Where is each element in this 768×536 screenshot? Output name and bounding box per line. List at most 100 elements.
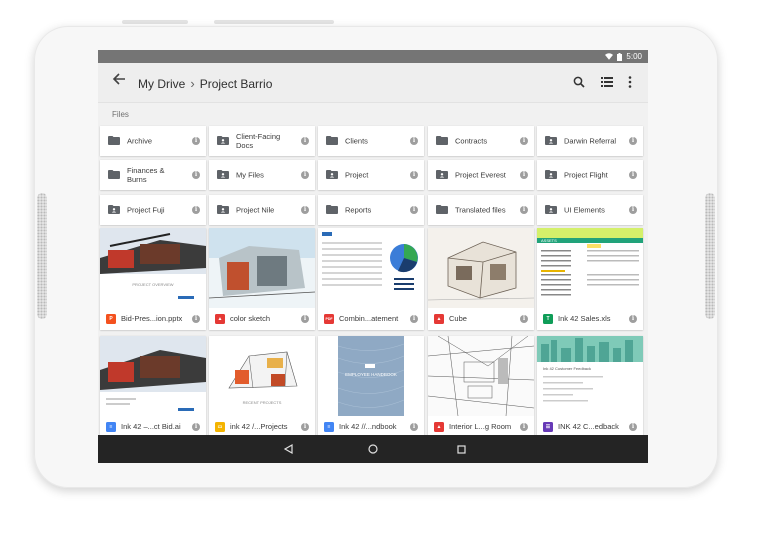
file-title-bar: T Ink 42 Sales.xls i: [537, 308, 643, 330]
app-bar: My Drive › Project Barrio: [98, 63, 648, 103]
info-icon[interactable]: i: [192, 423, 200, 431]
folder-tile[interactable]: Client-Facing Docs i: [209, 126, 315, 156]
info-icon[interactable]: i: [301, 423, 309, 431]
file-name: color sketch: [230, 314, 271, 323]
folder-tile[interactable]: Project Fuji i: [100, 195, 206, 225]
thumb-caption: PROJECT OVERVIEW: [132, 282, 173, 287]
list-view-icon[interactable]: [599, 74, 615, 90]
info-icon[interactable]: i: [410, 137, 418, 145]
file-card[interactable]: PDF Combin...atement i: [318, 228, 424, 330]
slides-file-icon: ▭: [215, 422, 225, 432]
info-icon[interactable]: i: [410, 315, 418, 323]
status-bar: 5:00: [98, 50, 648, 63]
folder-label: Darwin Referral: [564, 136, 617, 146]
file-name: INK 42 C...edback: [558, 422, 619, 431]
info-icon[interactable]: i: [301, 137, 309, 145]
nav-back-icon[interactable]: [281, 442, 295, 456]
folder-tile[interactable]: Contracts i: [428, 126, 534, 156]
file-card[interactable]: RECENT PROJECTS ▭ ink 42 /...Projects i: [209, 336, 315, 438]
search-icon[interactable]: [571, 74, 587, 90]
info-icon[interactable]: i: [192, 137, 200, 145]
folder-icon: [326, 136, 338, 145]
folder-tile[interactable]: My Files i: [209, 160, 315, 190]
file-thumbnail: ASSETS: [537, 228, 643, 308]
folder-icon: [108, 170, 120, 179]
folder-tile[interactable]: Darwin Referral i: [537, 126, 643, 156]
shared-folder-icon: [545, 136, 557, 145]
doc-file-icon: ≡: [106, 422, 116, 432]
info-icon[interactable]: i: [520, 206, 528, 214]
info-icon[interactable]: i: [629, 315, 637, 323]
file-name: Combin...atement: [339, 314, 399, 323]
file-card[interactable]: ASSETS T Ink 42 Sales.xls i: [537, 228, 643, 330]
info-icon[interactable]: i: [301, 171, 309, 179]
file-title-bar: ▲ Cube i: [428, 308, 534, 330]
file-name: ink 42 /...Projects: [230, 422, 288, 431]
file-card[interactable]: ▲ Cube i: [428, 228, 534, 330]
file-card[interactable]: ▲ color sketch i: [209, 228, 315, 330]
info-icon[interactable]: i: [301, 315, 309, 323]
file-thumbnail: [100, 336, 206, 416]
file-card[interactable]: EMPLOYEE HANDBOOK ≡ Ink 42 //...ndbook i: [318, 336, 424, 438]
folder-tile[interactable]: UI Elements i: [537, 195, 643, 225]
folder-tile[interactable]: Reports i: [318, 195, 424, 225]
file-thumbnail: PROJECT OVERVIEW: [100, 228, 206, 308]
folder-icon: [436, 136, 448, 145]
info-icon[interactable]: i: [520, 171, 528, 179]
file-card[interactable]: ≡ Ink 42 –...ct Bid.ai i: [100, 336, 206, 438]
file-card[interactable]: ▲ Interior L...g Room i: [428, 336, 534, 438]
folder-label: Reports: [345, 205, 372, 215]
file-title-bar: ▲ color sketch i: [209, 308, 315, 330]
folder-tile[interactable]: Clients i: [318, 126, 424, 156]
info-icon[interactable]: i: [629, 137, 637, 145]
right-speaker: [705, 193, 715, 319]
folder-tile[interactable]: Project Everest i: [428, 160, 534, 190]
sheet-file-icon: T: [543, 314, 553, 324]
folder-label: Project Nile: [236, 205, 275, 215]
folder-tile[interactable]: Project Flight i: [537, 160, 643, 190]
file-title-bar: P Bid-Pres...ion.pptx i: [100, 308, 206, 330]
file-thumbnail: [428, 228, 534, 308]
info-icon[interactable]: i: [629, 206, 637, 214]
shared-folder-icon: [217, 205, 229, 214]
info-icon[interactable]: i: [410, 171, 418, 179]
folder-label: Project Flight: [564, 170, 608, 180]
file-name: Interior L...g Room: [449, 422, 512, 431]
folder-tile[interactable]: Finances & Burns i: [100, 160, 206, 190]
nav-home-icon[interactable]: [366, 442, 380, 456]
file-card[interactable]: PROJECT OVERVIEW P Bid-Pres...ion.pptx i: [100, 228, 206, 330]
info-icon[interactable]: i: [520, 137, 528, 145]
folder-tile[interactable]: Project i: [318, 160, 424, 190]
info-icon[interactable]: i: [520, 423, 528, 431]
device-screen: 5:00 My Drive › Project Barrio Files Arc…: [98, 50, 648, 463]
shared-folder-icon: [545, 205, 557, 214]
file-name: Cube: [449, 314, 467, 323]
folder-tile[interactable]: Project Nile i: [209, 195, 315, 225]
shared-folder-icon: [326, 170, 338, 179]
info-icon[interactable]: i: [192, 315, 200, 323]
thumb-caption: Ink 42 Customer Feedback: [543, 366, 591, 371]
folder-label: UI Elements: [564, 205, 605, 215]
info-icon[interactable]: i: [410, 423, 418, 431]
folder-icon: [326, 205, 338, 214]
image-file-icon: ▲: [215, 314, 225, 324]
folder-tile[interactable]: Archive i: [100, 126, 206, 156]
folder-tile[interactable]: Translated files i: [428, 195, 534, 225]
folder-label: Contracts: [455, 136, 488, 146]
info-icon[interactable]: i: [629, 171, 637, 179]
more-vert-icon[interactable]: [622, 74, 638, 90]
info-icon[interactable]: i: [192, 171, 200, 179]
breadcrumb-my-drive[interactable]: My Drive: [138, 77, 185, 91]
info-icon[interactable]: i: [629, 423, 637, 431]
nav-recents-icon[interactable]: [454, 442, 468, 456]
arrow-back-icon[interactable]: [112, 72, 126, 90]
file-thumbnail: [428, 336, 534, 416]
info-icon[interactable]: i: [520, 315, 528, 323]
file-thumbnail: Ink 42 Customer Feedback: [537, 336, 643, 416]
file-card[interactable]: Ink 42 Customer Feedback ☰ INK 42 C...edba…: [537, 336, 643, 438]
shared-folder-icon: [545, 170, 557, 179]
info-icon[interactable]: i: [192, 206, 200, 214]
info-icon[interactable]: i: [301, 206, 309, 214]
slides-file-icon: P: [106, 314, 116, 324]
info-icon[interactable]: i: [410, 206, 418, 214]
